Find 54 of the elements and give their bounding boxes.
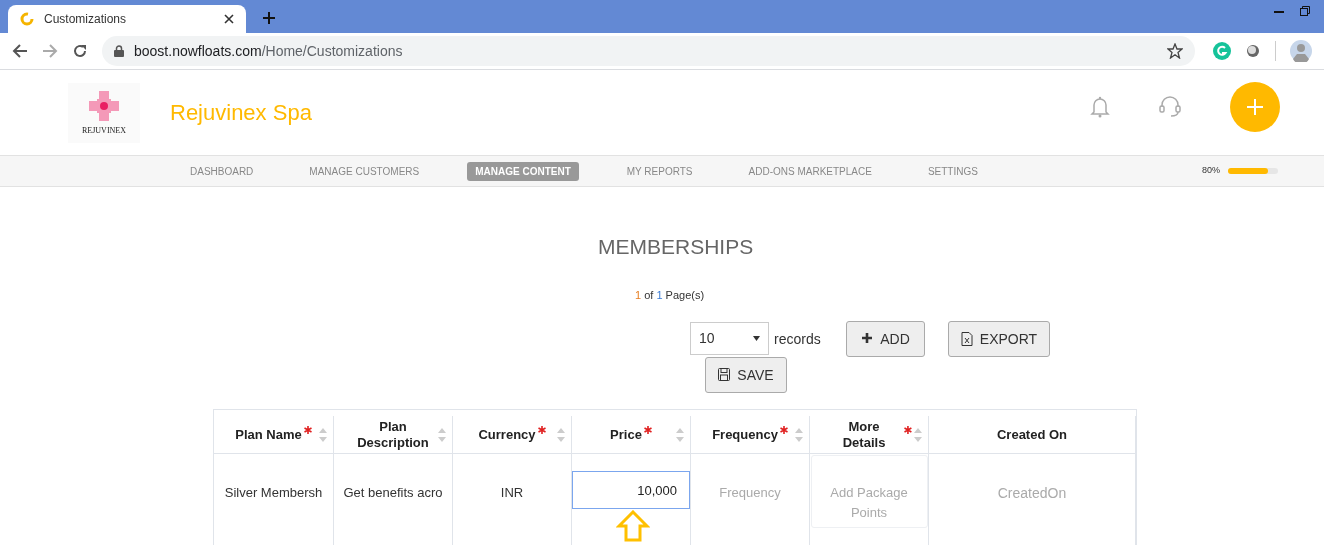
column-header[interactable]: More Details: [810, 416, 929, 453]
up-arrow-icon: [616, 510, 650, 542]
spreadsheet-file-icon: [960, 332, 973, 346]
required-icon: [537, 426, 546, 434]
lock-icon: [114, 45, 124, 57]
address-bar[interactable]: boost.nowfloats.com/Home/Customizations: [102, 36, 1195, 66]
table-cell: Get benefits acro: [334, 454, 453, 545]
column-header[interactable]: Frequency: [691, 416, 810, 453]
logo-icon: [20, 12, 34, 26]
sort-icon: [319, 428, 327, 442]
dropdown-icon: [753, 336, 760, 341]
plus-icon: [861, 332, 874, 346]
url-text: boost.nowfloats.com/Home/Customizations: [134, 41, 404, 61]
sort-icon: [438, 428, 446, 442]
table-cell: INR: [453, 454, 572, 545]
records-label: records: [774, 330, 821, 349]
required-icon: [643, 426, 652, 434]
column-header[interactable]: Plan Name: [214, 416, 334, 453]
required-icon: [904, 426, 912, 434]
nav-tab[interactable]: MY REPORTS: [618, 161, 701, 181]
column-header[interactable]: Created On: [929, 416, 1136, 453]
add-button[interactable]: ADD: [846, 321, 925, 357]
table-cell: Silver Membersh: [214, 454, 334, 545]
records-select[interactable]: 10: [690, 322, 769, 355]
browser-tab[interactable]: Customizations: [8, 5, 246, 33]
extension-icon[interactable]: [1245, 43, 1261, 59]
sort-icon: [557, 428, 565, 442]
star-icon[interactable]: [1167, 43, 1183, 59]
table-cell: CreatedOn: [929, 454, 1136, 545]
sort-icon: [914, 428, 922, 442]
sort-icon: [676, 428, 684, 442]
page-title: MEMBERSHIPS: [598, 234, 754, 260]
back-icon[interactable]: [12, 43, 28, 59]
column-header[interactable]: Plan Description: [334, 416, 453, 453]
price-input[interactable]: 10,000: [572, 471, 690, 509]
plus-icon[interactable]: [262, 11, 276, 25]
export-button[interactable]: EXPORT: [948, 321, 1050, 357]
brand-name: Rejuvinex Spa: [170, 99, 312, 127]
pager-text: 1 of 1 Page(s): [635, 288, 705, 303]
table-cell: Frequency: [691, 454, 810, 545]
required-icon: [303, 426, 312, 434]
close-icon[interactable]: [224, 14, 234, 24]
column-header[interactable]: Currency: [453, 416, 572, 453]
reload-icon[interactable]: [72, 43, 88, 59]
logo-text: REJUVINEX: [82, 124, 126, 137]
restore-icon[interactable]: [1300, 6, 1310, 16]
save-button[interactable]: SAVE: [705, 357, 787, 393]
tab-title: Customizations: [44, 11, 128, 28]
sort-icon: [795, 428, 803, 442]
required-icon: [779, 426, 788, 434]
column-header[interactable]: Price: [572, 416, 691, 453]
progress-reading: 80%: [1202, 164, 1220, 177]
avatar-icon[interactable]: [1290, 40, 1312, 62]
plus-icon: [1246, 98, 1264, 116]
